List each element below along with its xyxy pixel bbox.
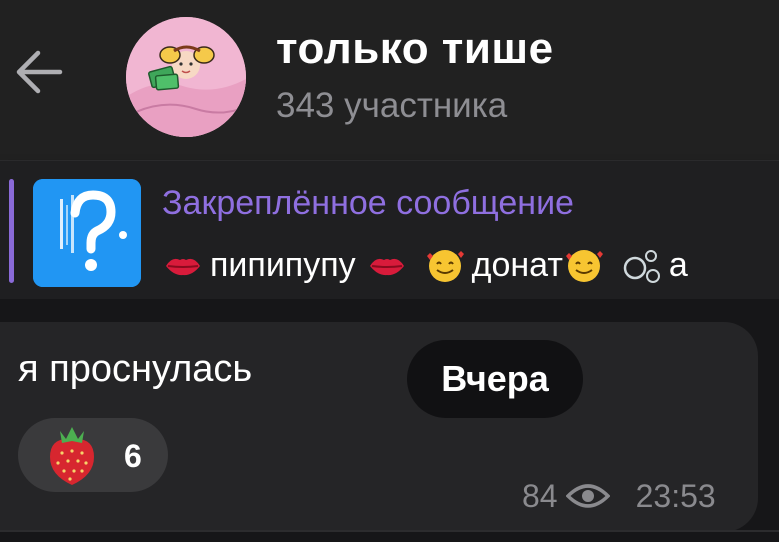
group-avatar[interactable]: [126, 17, 246, 137]
divider: [0, 530, 779, 532]
pinned-accent-line: [9, 179, 14, 283]
preview-text: а: [668, 245, 688, 284]
arrow-left-icon: [16, 50, 63, 94]
smiling-face-hearts-icon: [426, 250, 464, 282]
preview-segment: а: [621, 244, 688, 286]
kiss-lips-icon: [369, 258, 404, 276]
pinned-preview: пипипупу донат а: [162, 241, 779, 289]
member-count: 343 участника: [276, 86, 508, 125]
strawberry-icon: [50, 427, 94, 485]
message-time: 23:53: [635, 477, 716, 514]
preview-text: донат: [471, 245, 563, 284]
preview-text: пипипупу: [210, 245, 356, 284]
pinned-thumbnail: [33, 179, 141, 287]
kiss-lips-icon: [166, 258, 200, 276]
message-text: я проснулась: [18, 348, 253, 390]
preview-segment: донат: [424, 244, 563, 286]
preview-segment: [563, 244, 611, 286]
question-mark-icon: [33, 179, 141, 287]
date-badge: Вчера: [407, 340, 583, 418]
avatar-illustration: [126, 17, 246, 137]
preview-segment: [366, 244, 414, 286]
pinned-message-bar[interactable]: Закреплённое сообщение пипипупу донат а: [0, 160, 779, 299]
reaction-chip[interactable]: 6: [18, 418, 168, 492]
message-meta: 84 23:53: [522, 476, 716, 516]
view-count: 84: [522, 477, 558, 514]
back-button[interactable]: [8, 40, 72, 104]
chat-title[interactable]: только тише: [276, 24, 554, 74]
preview-segment: пипипупу: [162, 244, 356, 286]
eye-icon: [565, 481, 610, 511]
chat-header: только тише 343 участника: [0, 0, 779, 160]
pinned-label: Закреплённое сообщение: [162, 184, 574, 222]
bubbles-icon: [623, 250, 660, 283]
smiling-face-hearts-icon: [565, 250, 603, 282]
reaction-count: 6: [124, 438, 142, 474]
